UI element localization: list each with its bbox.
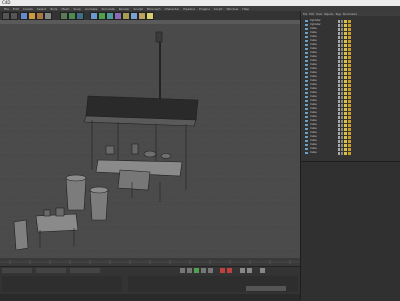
object-type-icon bbox=[305, 32, 308, 34]
object-manager-menu-item[interactable]: File bbox=[303, 12, 307, 17]
object-type-icon bbox=[305, 136, 308, 138]
object-type-icon bbox=[305, 84, 308, 86]
object-type-icon bbox=[305, 100, 308, 102]
previous-frame-icon[interactable] bbox=[187, 268, 192, 273]
redo-icon[interactable] bbox=[10, 12, 18, 20]
render-toggle-icon[interactable] bbox=[341, 151, 343, 155]
viewport-scene bbox=[0, 24, 300, 258]
object-type-icon bbox=[305, 80, 308, 82]
timeline-ticks bbox=[0, 260, 300, 264]
status-bar bbox=[0, 294, 300, 300]
go-to-end-icon[interactable] bbox=[208, 268, 213, 273]
object-type-icon bbox=[305, 52, 308, 54]
start-frame-field[interactable] bbox=[36, 268, 66, 273]
object-type-icon bbox=[305, 108, 308, 110]
spline-icon[interactable] bbox=[98, 12, 106, 20]
object-type-icon bbox=[305, 120, 308, 122]
object-type-icon bbox=[305, 116, 308, 118]
object-manager-menu-item[interactable]: Edit bbox=[309, 12, 314, 17]
object-type-icon bbox=[305, 96, 308, 98]
object-type-icon bbox=[305, 144, 308, 146]
apply-button[interactable] bbox=[246, 286, 286, 291]
go-to-start-icon[interactable] bbox=[180, 268, 185, 273]
object-type-icon bbox=[305, 140, 308, 142]
object-list: Cylinder Cylinder Cube Cube Cube Cube Cube Cube… bbox=[304, 19, 399, 160]
object-type-icon bbox=[305, 48, 308, 50]
rotate-icon[interactable] bbox=[44, 12, 52, 20]
object-manager-panel: File Edit View Objects Tags Bookmarks Cylinde… bbox=[300, 11, 400, 301]
perspective-viewport[interactable] bbox=[0, 20, 300, 258]
object-manager-menu-item[interactable]: Tags bbox=[335, 12, 341, 17]
object-type-icon bbox=[305, 24, 308, 26]
phong-tag-icon[interactable] bbox=[348, 151, 351, 155]
object-type-icon bbox=[305, 28, 308, 30]
object-type-icon bbox=[305, 88, 308, 90]
object-type-icon bbox=[305, 36, 308, 38]
object-type-icon bbox=[305, 56, 308, 58]
object-type-icon bbox=[305, 60, 308, 62]
object-row[interactable]: Cube bbox=[304, 151, 399, 155]
end-frame-field[interactable] bbox=[70, 268, 100, 273]
light-icon[interactable] bbox=[146, 12, 154, 20]
deformer-icon[interactable] bbox=[122, 12, 130, 20]
object-type-icon bbox=[305, 152, 308, 154]
scale-icon[interactable] bbox=[36, 12, 44, 20]
object-type-icon bbox=[305, 76, 308, 78]
undo-icon[interactable] bbox=[2, 12, 10, 20]
render-settings-icon[interactable] bbox=[76, 12, 84, 20]
object-manager-menu: File Edit View Objects Tags Bookmarks bbox=[301, 11, 400, 16]
texture-tag-icon[interactable] bbox=[344, 151, 347, 155]
move-icon[interactable] bbox=[28, 12, 36, 20]
object-type-icon bbox=[305, 72, 308, 74]
play-icon[interactable] bbox=[194, 268, 199, 273]
object-manager-menu-item[interactable]: Objects bbox=[324, 12, 333, 17]
render-icon[interactable] bbox=[68, 12, 76, 20]
current-frame-field[interactable] bbox=[2, 268, 32, 273]
next-frame-icon[interactable] bbox=[201, 268, 206, 273]
attribute-manager bbox=[301, 161, 400, 301]
object-manager-menu-item[interactable]: Bookmarks bbox=[343, 12, 357, 17]
record-icon[interactable] bbox=[220, 268, 225, 273]
keyframe-icon[interactable] bbox=[240, 268, 245, 273]
object-type-icon bbox=[305, 40, 308, 42]
nurbs-icon[interactable] bbox=[106, 12, 114, 20]
object-type-icon bbox=[305, 20, 308, 22]
live-selection-icon[interactable] bbox=[20, 12, 28, 20]
cube-primitive-icon[interactable] bbox=[90, 12, 98, 20]
object-type-icon bbox=[305, 112, 308, 114]
object-name[interactable]: Cube bbox=[310, 151, 317, 155]
material-manager[interactable] bbox=[2, 276, 122, 292]
object-type-icon bbox=[305, 64, 308, 66]
object-type-icon bbox=[305, 68, 308, 70]
array-icon[interactable] bbox=[114, 12, 122, 20]
object-type-icon bbox=[305, 128, 308, 130]
object-type-icon bbox=[305, 92, 308, 94]
render-view-icon[interactable] bbox=[60, 12, 68, 20]
camera-icon[interactable] bbox=[138, 12, 146, 20]
viewport-menu-bar bbox=[0, 20, 300, 24]
object-type-icon bbox=[305, 132, 308, 134]
visibility-toggle-icon[interactable] bbox=[338, 151, 340, 155]
object-type-icon bbox=[305, 148, 308, 150]
object-type-icon bbox=[305, 124, 308, 126]
object-type-icon bbox=[305, 104, 308, 106]
scene-icon[interactable] bbox=[130, 12, 138, 20]
keyframe-selection-icon[interactable] bbox=[247, 268, 252, 273]
object-manager-menu-item[interactable]: View bbox=[316, 12, 322, 17]
timeline-settings-icon[interactable] bbox=[260, 268, 265, 273]
timeline-ruler[interactable] bbox=[0, 258, 300, 266]
autokey-icon[interactable] bbox=[227, 268, 232, 273]
object-type-icon bbox=[305, 44, 308, 46]
